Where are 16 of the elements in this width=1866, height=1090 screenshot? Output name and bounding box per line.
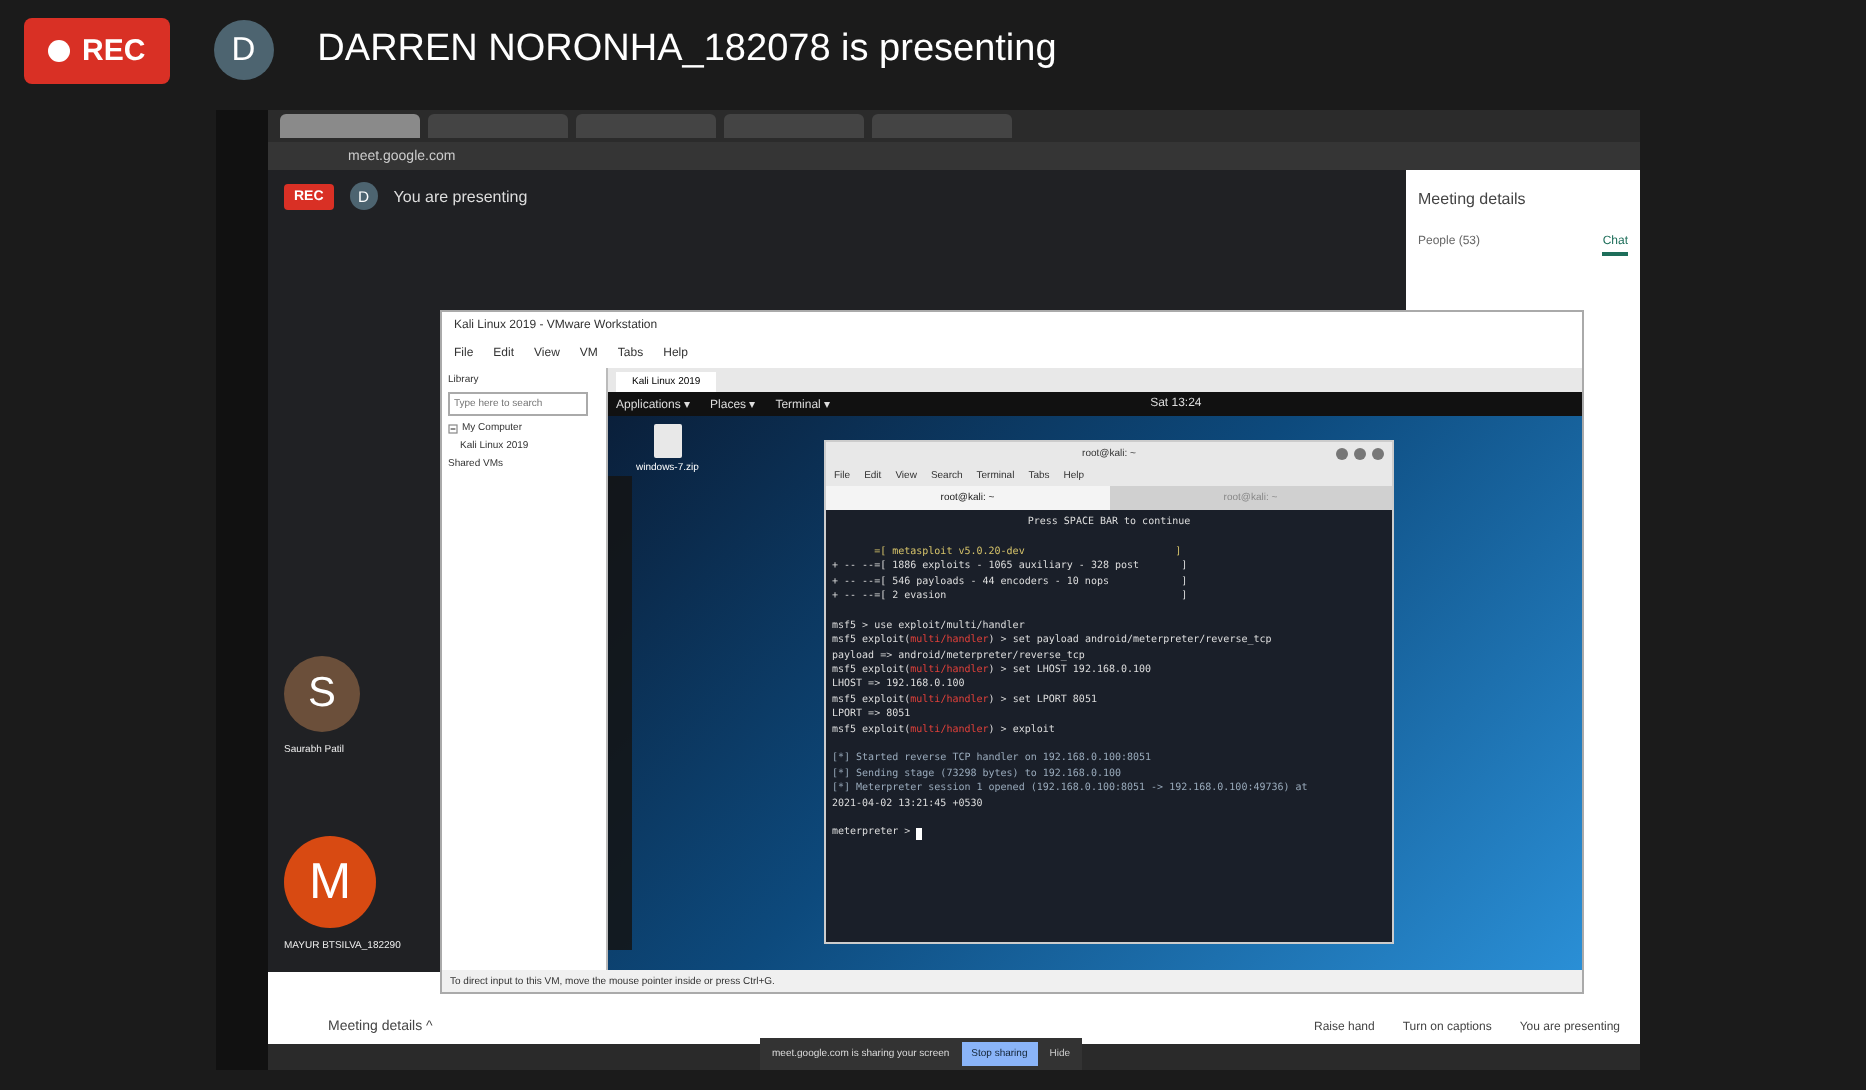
file-icon[interactable] xyxy=(653,424,682,458)
participant-avatar: S xyxy=(284,656,360,732)
browser-tab[interactable] xyxy=(428,114,568,138)
presenting-title: DARREN NORONHA_182078 is presenting xyxy=(317,28,1057,72)
browser-tab[interactable] xyxy=(576,114,716,138)
collapse-icon[interactable] xyxy=(448,423,458,433)
participant-avatar: M xyxy=(284,836,376,928)
browser-tab[interactable] xyxy=(280,114,420,138)
presenting-label: You are presenting xyxy=(393,187,528,205)
presenter-avatar: D xyxy=(213,20,274,80)
panel-title: Meeting details xyxy=(1418,190,1528,208)
text-cursor xyxy=(916,828,923,841)
browser-tab[interactable] xyxy=(872,114,1012,138)
browser-tab[interactable] xyxy=(724,114,864,138)
recording-badge: REC xyxy=(24,17,170,83)
window-buttons-icon[interactable] xyxy=(1336,448,1384,460)
